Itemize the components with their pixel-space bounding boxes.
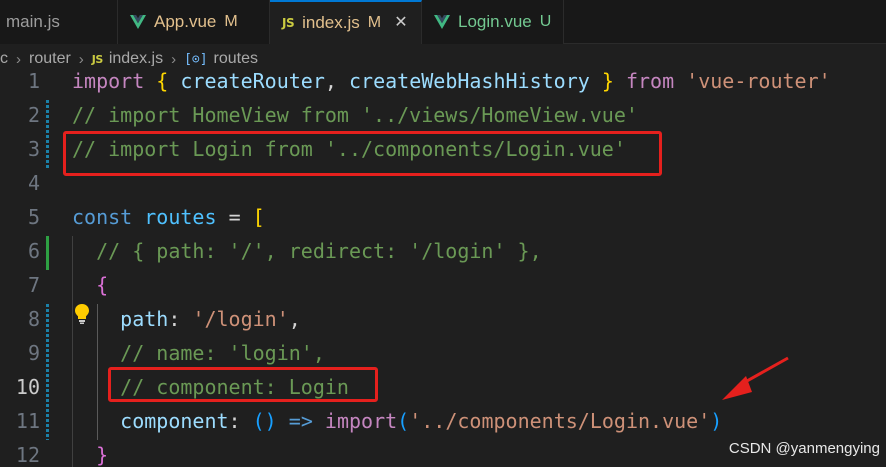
- line-number: 10: [15, 375, 40, 399]
- line-number: 11: [15, 409, 40, 433]
- code-token: {: [156, 69, 169, 93]
- line-number: 3: [27, 137, 40, 161]
- git-status-badge: M: [224, 13, 238, 30]
- line-number: 9: [27, 341, 40, 365]
- code-line[interactable]: 1 import { createRouter, createWebHashHis…: [0, 64, 886, 98]
- code-token: // import HomeView from '../views/HomeVi…: [72, 103, 638, 127]
- tab-main-js[interactable]: main.js: [0, 0, 118, 44]
- code-token: ,: [288, 307, 301, 331]
- code-token: (): [252, 409, 277, 433]
- tab-bar: main.js App.vue M JS index.js M ✕ Login.…: [0, 0, 886, 44]
- code-token: 'vue-router': [686, 69, 831, 93]
- line-number: 7: [27, 273, 40, 297]
- annotation-arrow-icon: [722, 356, 789, 400]
- code-token: // name: 'login',: [120, 341, 325, 365]
- code-text: // { path: '/', redirect: '/login' },: [72, 234, 542, 268]
- code-token: =>: [288, 409, 313, 433]
- code-token: '/login': [192, 307, 289, 331]
- line-number: 1: [27, 69, 40, 93]
- code-token: }: [601, 69, 614, 93]
- code-token: routes: [144, 205, 217, 229]
- code-line[interactable]: 7 {: [0, 268, 886, 302]
- line-number: 6: [27, 239, 40, 263]
- code-token: import: [72, 69, 145, 93]
- line-number: 4: [27, 171, 40, 195]
- code-token: (: [397, 409, 410, 433]
- code-token: createRouter: [180, 69, 325, 93]
- code-token: component: [120, 409, 229, 433]
- tab-index-js[interactable]: JS index.js M ✕: [270, 0, 422, 44]
- git-status-badge: M: [367, 14, 382, 31]
- code-line[interactable]: 6 // { path: '/', redirect: '/login' },: [0, 234, 886, 268]
- line-number: 5: [27, 205, 40, 229]
- line-number: 8: [27, 307, 40, 331]
- code-token: from: [625, 69, 675, 93]
- code-text: {: [72, 268, 108, 302]
- code-token: :: [168, 307, 193, 331]
- code-line[interactable]: 5 const routes = [: [0, 200, 886, 234]
- lightbulb-icon[interactable]: [74, 303, 90, 325]
- git-status-badge: U: [539, 13, 552, 30]
- code-token: import: [324, 409, 398, 433]
- code-token: // { path: '/', redirect: '/login' },: [96, 239, 542, 263]
- js-icon: JS: [282, 16, 295, 30]
- vue-icon: [434, 15, 450, 29]
- line-number: 2: [27, 103, 40, 127]
- code-line[interactable]: 2 // import HomeView from '../views/HomeV…: [0, 98, 886, 132]
- highlight-box-line-10: [108, 367, 378, 402]
- line-number: 12: [15, 443, 40, 467]
- code-token: :: [228, 409, 253, 433]
- code-token: }: [96, 443, 109, 467]
- highlight-box-line-3: [63, 131, 662, 176]
- code-token: [: [252, 205, 265, 229]
- code-token: createWebHashHistory: [348, 69, 590, 93]
- code-text: component: () => import('../components/L…: [72, 404, 722, 438]
- tab-login-vue[interactable]: Login.vue U: [422, 0, 564, 44]
- code-text: }: [72, 438, 108, 467]
- code-text: const routes = [: [72, 200, 265, 234]
- code-text: // name: 'login',: [72, 336, 325, 370]
- tab-label: App.vue: [154, 12, 217, 31]
- close-icon[interactable]: ✕: [391, 13, 411, 33]
- tab-label: index.js: [302, 13, 360, 32]
- code-text: import { createRouter, createWebHashHist…: [72, 64, 831, 98]
- code-token: const: [72, 205, 133, 229]
- code-token: '../components/Login.vue': [409, 409, 711, 433]
- code-token: ,: [324, 69, 349, 93]
- vue-icon: [130, 15, 146, 29]
- watermark: CSDN @yanmengying: [728, 440, 880, 457]
- tab-label: main.js: [6, 12, 60, 31]
- code-token: =: [228, 205, 241, 229]
- tab-label: Login.vue: [458, 12, 532, 31]
- code-text: // import HomeView from '../views/HomeVi…: [72, 98, 638, 132]
- code-token: path: [120, 307, 169, 331]
- code-token: {: [96, 273, 109, 297]
- code-text: path: '/login',: [72, 302, 301, 336]
- tab-app-vue[interactable]: App.vue M: [118, 0, 270, 44]
- code-line[interactable]: 8 path: '/login',: [0, 302, 886, 336]
